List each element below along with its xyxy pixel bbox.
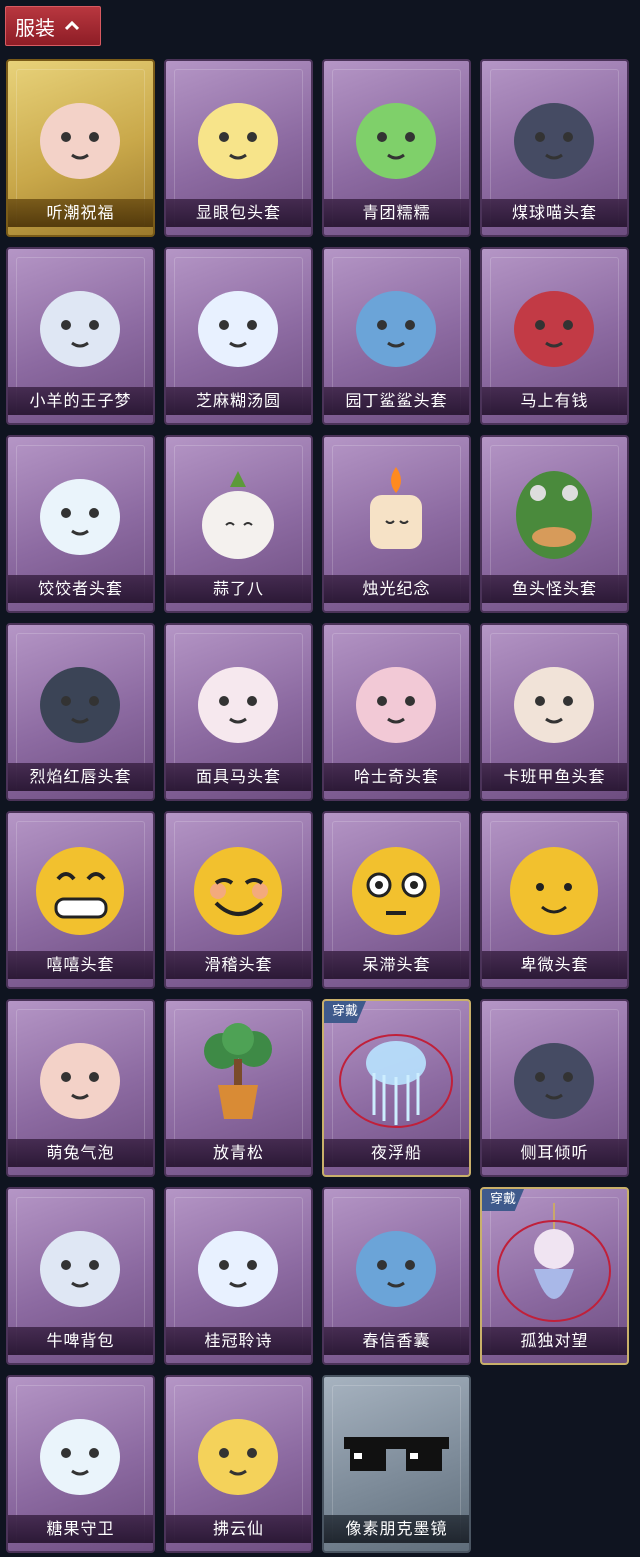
- item-card[interactable]: 侧耳倾听: [480, 999, 629, 1177]
- item-card[interactable]: 哈士奇头套: [322, 623, 471, 801]
- bubble-figure-icon: [40, 1043, 120, 1119]
- item-name: 放青松: [166, 1139, 311, 1167]
- item-name: 小羊的王子梦: [8, 387, 153, 415]
- item-card[interactable]: 园丁鲨鲨头套: [322, 247, 471, 425]
- item-name: 桂冠聆诗: [166, 1327, 311, 1355]
- item-card[interactable]: 牛啤背包: [6, 1187, 155, 1365]
- item-name: 芝麻糊汤圆: [166, 387, 311, 415]
- item-name: 像素朋克墨镜: [324, 1515, 469, 1543]
- cow-barrel-icon: [40, 1231, 120, 1307]
- item-name: 卑微头套: [482, 951, 627, 979]
- item-name: 卡班甲鱼头套: [482, 763, 627, 791]
- item-name: 春信香囊: [324, 1327, 469, 1355]
- item-card[interactable]: 烛光纪念: [322, 435, 471, 613]
- section-toggle-clothing[interactable]: 服装: [5, 6, 101, 46]
- yellow-mask-sunglasses-icon: [40, 667, 120, 743]
- garlic-icon: [202, 471, 274, 559]
- item-name: 烈焰红唇头套: [8, 763, 153, 791]
- cloud-fairy-charm-icon: [198, 1419, 278, 1495]
- fish-head-icon: [516, 471, 592, 559]
- section-title: 服装: [15, 15, 55, 40]
- item-name: 青团糯糯: [324, 199, 469, 227]
- item-card[interactable]: 蒜了八: [164, 435, 313, 613]
- item-card[interactable]: 显眼包头套: [164, 59, 313, 237]
- lightbulb-head-icon: [198, 103, 278, 179]
- green-dumpling-icon: [356, 103, 436, 179]
- item-name: 萌兔气泡: [8, 1139, 153, 1167]
- cloud-dumpling-icon: [40, 479, 120, 555]
- item-name: 听潮祝福: [8, 199, 153, 227]
- item-name: 孤独对望: [482, 1327, 627, 1355]
- item-card[interactable]: 卡班甲鱼头套: [480, 623, 629, 801]
- item-card[interactable]: 桂冠聆诗: [164, 1187, 313, 1365]
- item-card[interactable]: 萌兔气泡: [6, 999, 155, 1177]
- item-name: 显眼包头套: [166, 199, 311, 227]
- item-name: 牛啤背包: [8, 1327, 153, 1355]
- item-card[interactable]: 烈焰红唇头套: [6, 623, 155, 801]
- item-card[interactable]: 穿戴 孤独对望: [480, 1187, 629, 1365]
- item-card[interactable]: 呆滞头套: [322, 811, 471, 989]
- item-name: 园丁鲨鲨头套: [324, 387, 469, 415]
- item-name: 哈士奇头套: [324, 763, 469, 791]
- item-name: 呆滞头套: [324, 951, 469, 979]
- whale-head-icon: [514, 667, 594, 743]
- grin-emoji-icon: [36, 847, 124, 935]
- item-card[interactable]: 面具马头套: [164, 623, 313, 801]
- item-card[interactable]: 青团糯糯: [322, 59, 471, 237]
- item-card[interactable]: 滑稽头套: [164, 811, 313, 989]
- horse-mask-icon: [198, 667, 278, 743]
- item-card[interactable]: 芝麻糊汤圆: [164, 247, 313, 425]
- item-name: 马上有钱: [482, 387, 627, 415]
- dog-sunglasses-icon: [356, 667, 436, 743]
- item-name: 面具马头套: [166, 763, 311, 791]
- item-card[interactable]: 马上有钱: [480, 247, 629, 425]
- item-card[interactable]: 煤球喵头套: [480, 59, 629, 237]
- item-card[interactable]: 卑微头套: [480, 811, 629, 989]
- candle-icon: [370, 467, 422, 549]
- item-card[interactable]: 糖果守卫: [6, 1375, 155, 1553]
- item-name: 嘻嘻头套: [8, 951, 153, 979]
- chevron-up-icon: [65, 21, 79, 31]
- item-name: 饺饺者头套: [8, 575, 153, 603]
- item-card[interactable]: 穿戴 夜浮船: [322, 999, 471, 1177]
- item-card[interactable]: 鱼头怪头套: [480, 435, 629, 613]
- item-name: 糖果守卫: [8, 1515, 153, 1543]
- sachet-icon: [356, 1231, 436, 1307]
- potted-pine-icon: [204, 1023, 272, 1119]
- white-dumpling-icon: [198, 291, 278, 367]
- item-card[interactable]: 拂云仙: [164, 1375, 313, 1553]
- lotus-wreath-icon: [514, 1043, 594, 1119]
- item-card[interactable]: 小羊的王子梦: [6, 247, 155, 425]
- stare-emoji-icon: [352, 847, 440, 935]
- item-card[interactable]: 听潮祝福: [6, 59, 155, 237]
- item-name: 烛光纪念: [324, 575, 469, 603]
- item-name: 鱼头怪头套: [482, 575, 627, 603]
- shark-head-icon: [356, 291, 436, 367]
- shy-emoji-icon: [510, 847, 598, 935]
- pixel-sunglasses-icon: [344, 1437, 449, 1471]
- red-horse-head-icon: [514, 291, 594, 367]
- item-name: 侧耳倾听: [482, 1139, 627, 1167]
- winged-figure-icon: [40, 103, 120, 179]
- item-name: 夜浮船: [324, 1139, 469, 1167]
- item-name: 蒜了八: [166, 575, 311, 603]
- item-card[interactable]: 像素朋克墨镜: [322, 1375, 471, 1553]
- crowned-sheep-icon: [40, 291, 120, 367]
- black-cat-head-icon: [514, 103, 594, 179]
- item-name: 拂云仙: [166, 1515, 311, 1543]
- pumpkin-charm-icon: [40, 1419, 120, 1495]
- item-card[interactable]: 放青松: [164, 999, 313, 1177]
- item-card[interactable]: 春信香囊: [322, 1187, 471, 1365]
- item-card[interactable]: 嘻嘻头套: [6, 811, 155, 989]
- item-name: 滑稽头套: [166, 951, 311, 979]
- item-card[interactable]: 饺饺者头套: [6, 435, 155, 613]
- item-name: 煤球喵头套: [482, 199, 627, 227]
- smirk-emoji-icon: [194, 847, 282, 935]
- fairy-charm-icon: [198, 1231, 278, 1307]
